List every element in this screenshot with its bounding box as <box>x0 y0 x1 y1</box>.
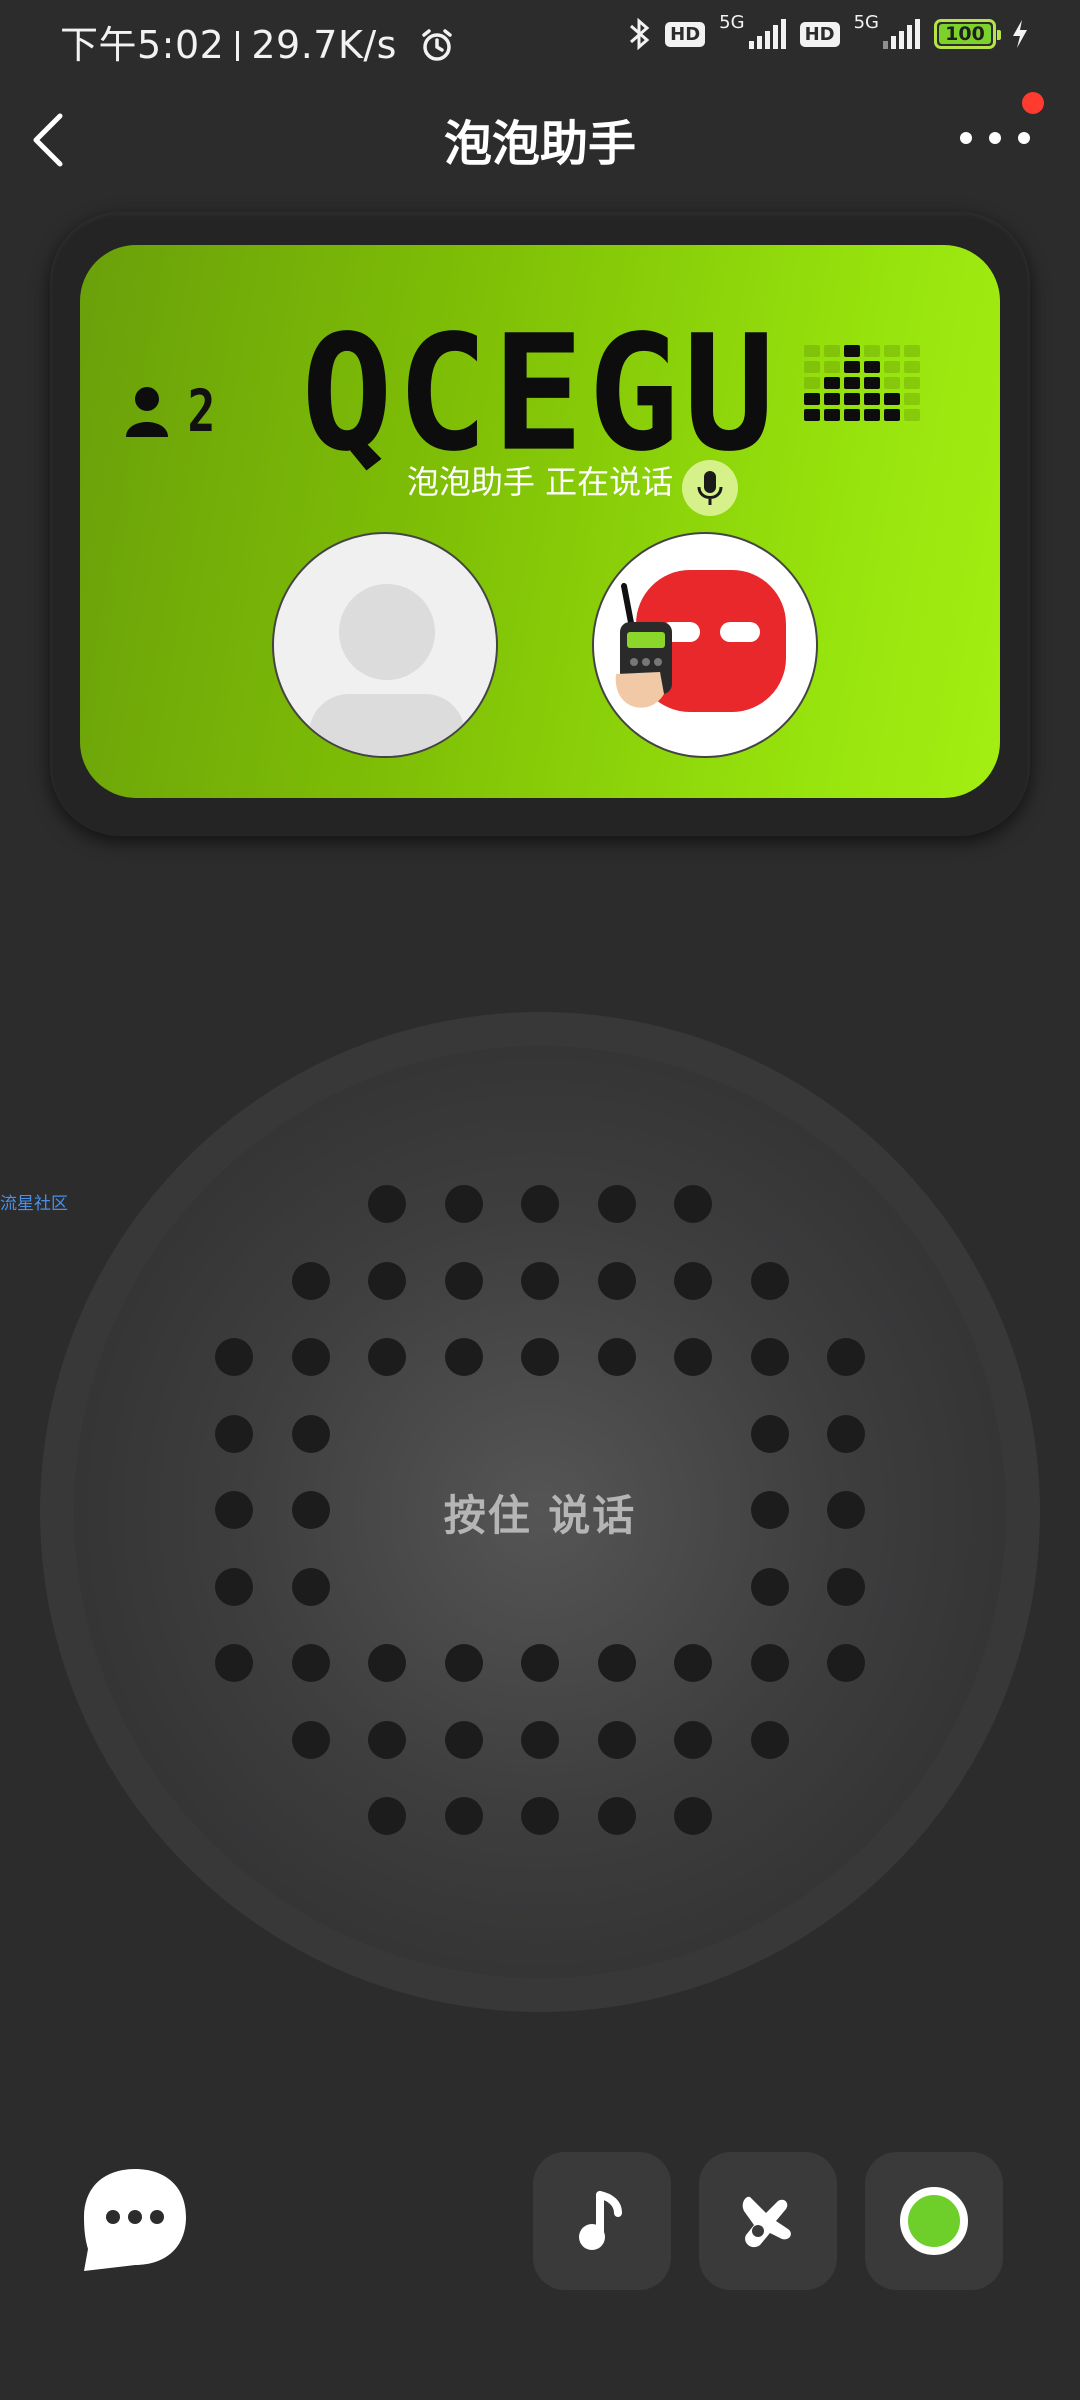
more-dot <box>1018 132 1030 144</box>
battery-icon: 100 <box>934 19 1001 49</box>
page-title: 泡泡助手 <box>443 116 636 172</box>
record-icon <box>900 2187 968 2255</box>
signal-bars-2-icon <box>883 19 920 49</box>
hd-badge-1: HD <box>665 21 706 47</box>
more-button[interactable] <box>960 118 1030 158</box>
music-note-icon <box>579 2191 622 2250</box>
more-dot <box>989 132 1001 144</box>
network-speed: 29.7K/s <box>251 23 397 67</box>
status-time-speed: 下午5:02 29.7K/s <box>60 14 456 69</box>
push-to-talk-label: 按住 说话 <box>443 1491 637 1540</box>
network-type-2: 5G <box>853 11 879 33</box>
user-avatar[interactable] <box>272 532 498 758</box>
audio-level-meter-icon <box>804 345 920 421</box>
community-link[interactable]: 流星社区 <box>0 1189 68 1214</box>
mic-badge <box>682 460 738 516</box>
chat-bubble-icon <box>84 2169 186 2271</box>
status-icons: HD 5G HD 5G 100 <box>627 12 1030 52</box>
bubble-mascot-icon <box>615 570 786 712</box>
more-dot <box>960 132 972 144</box>
status-time: 下午5:02 <box>60 23 225 67</box>
speaking-status: 泡泡助手 正在说话 <box>406 463 674 501</box>
bluetooth-icon <box>630 17 650 51</box>
music-button[interactable] <box>533 2152 671 2290</box>
hd-badge-2: HD <box>799 21 840 47</box>
charging-icon <box>1013 20 1027 48</box>
network-type-1: 5G <box>719 11 745 33</box>
battery-level: 100 <box>945 23 985 45</box>
bot-avatar[interactable] <box>592 532 818 758</box>
walkie-talkie-screen: 2 QCEGU 泡泡助手 正在说话 <box>80 245 1000 798</box>
chat-button[interactable] <box>80 2165 190 2275</box>
microphone-icon <box>697 471 723 505</box>
record-button[interactable] <box>865 2152 1003 2290</box>
signal-bars-1-icon <box>748 19 786 49</box>
notification-dot <box>1022 92 1044 114</box>
gesture-button[interactable] <box>699 2152 837 2290</box>
status-bar: 下午5:02 29.7K/s HD 5G HD 5G 100 <box>0 0 1080 80</box>
hand-gesture-icon <box>742 2196 791 2248</box>
alarm-icon <box>421 29 452 61</box>
